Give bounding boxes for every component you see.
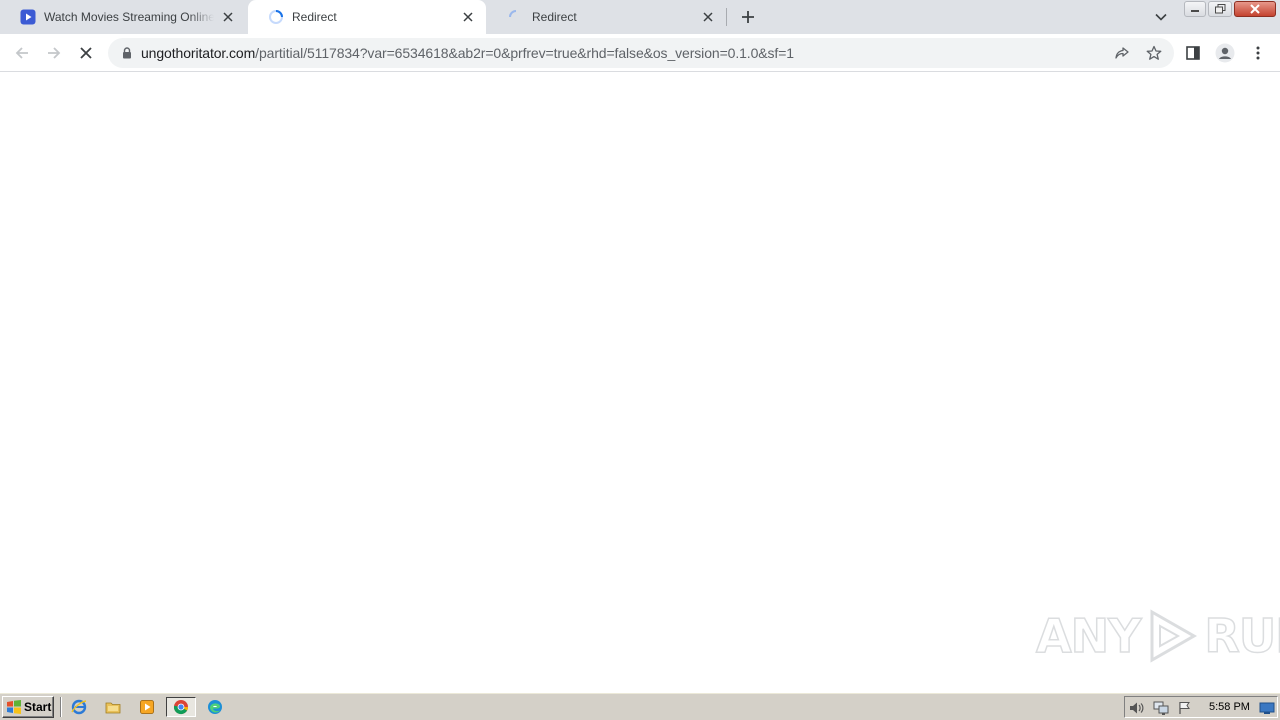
tab-title: Redirect	[532, 10, 577, 24]
minimize-button[interactable]	[1184, 1, 1206, 17]
tab-search-chevron-icon[interactable]	[1150, 7, 1172, 27]
show-desktop-icon[interactable]	[1259, 700, 1275, 716]
taskbar: Start 5:58 PM	[0, 692, 1280, 720]
menu-kebab-icon[interactable]	[1245, 40, 1271, 66]
page-content	[0, 72, 1280, 692]
loading-spinner-icon	[508, 9, 524, 25]
play-video-icon	[20, 9, 36, 25]
tab-watch-movies[interactable]: Watch Movies Streaming Online Free	[0, 0, 246, 34]
close-tab-icon[interactable]	[700, 9, 716, 25]
side-panel-icon[interactable]	[1180, 40, 1206, 66]
tab-strip: Watch Movies Streaming Online Free Redir…	[0, 0, 1280, 34]
lock-icon[interactable]	[120, 46, 134, 60]
forward-button[interactable]	[41, 40, 67, 66]
internet-explorer-icon[interactable]	[68, 697, 90, 717]
watermark-text-left: ANY	[1035, 608, 1142, 664]
window-close-button[interactable]	[1234, 1, 1276, 17]
start-label: Start	[24, 700, 52, 714]
browser-toolbar: ungothoritator.com/partitial/5117834?var…	[0, 34, 1280, 72]
close-tab-icon[interactable]	[220, 9, 236, 25]
windows-logo-icon	[7, 700, 21, 714]
watermark-play-icon	[1150, 609, 1198, 663]
close-tab-icon[interactable]	[460, 9, 476, 25]
start-button[interactable]: Start	[2, 696, 54, 718]
tab-redirect[interactable]: Redirect	[488, 0, 726, 34]
media-player-icon[interactable]	[136, 697, 158, 717]
share-icon[interactable]	[1109, 40, 1135, 66]
volume-icon[interactable]	[1129, 700, 1145, 716]
url-path: /partitial/5117834?var=6534618&ab2r=0&pr…	[255, 45, 794, 61]
bookmark-star-icon[interactable]	[1141, 40, 1167, 66]
tab-title: Redirect	[292, 10, 337, 24]
restore-button[interactable]	[1208, 1, 1232, 17]
address-bar[interactable]: ungothoritator.com/partitial/5117834?var…	[108, 38, 1174, 68]
taskbar-clock[interactable]: 5:58 PM	[1209, 701, 1250, 713]
edge-browser-icon[interactable]	[204, 697, 226, 717]
tab-redirect-active[interactable]: Redirect	[248, 0, 486, 34]
action-center-flag-icon[interactable]	[1177, 700, 1193, 716]
tab-separator	[726, 8, 727, 26]
loading-spinner-icon	[268, 9, 284, 25]
stop-loading-button[interactable]	[73, 40, 99, 66]
system-tray: 5:58 PM	[1124, 696, 1278, 718]
profile-avatar-icon[interactable]	[1212, 40, 1238, 66]
tab-title: Watch Movies Streaming Online Free	[44, 10, 214, 24]
network-icon[interactable]	[1153, 700, 1169, 716]
new-tab-button[interactable]	[738, 7, 758, 27]
watermark-text-right: RUN	[1204, 608, 1280, 664]
anyrun-watermark: ANY RUN	[1035, 604, 1280, 668]
url-text[interactable]: ungothoritator.com/partitial/5117834?var…	[141, 45, 794, 61]
chrome-taskbar-icon[interactable]	[166, 697, 196, 717]
taskbar-separator	[60, 697, 62, 717]
back-button[interactable]	[9, 40, 35, 66]
file-explorer-icon[interactable]	[102, 697, 124, 717]
url-host: ungothoritator.com	[141, 45, 256, 61]
